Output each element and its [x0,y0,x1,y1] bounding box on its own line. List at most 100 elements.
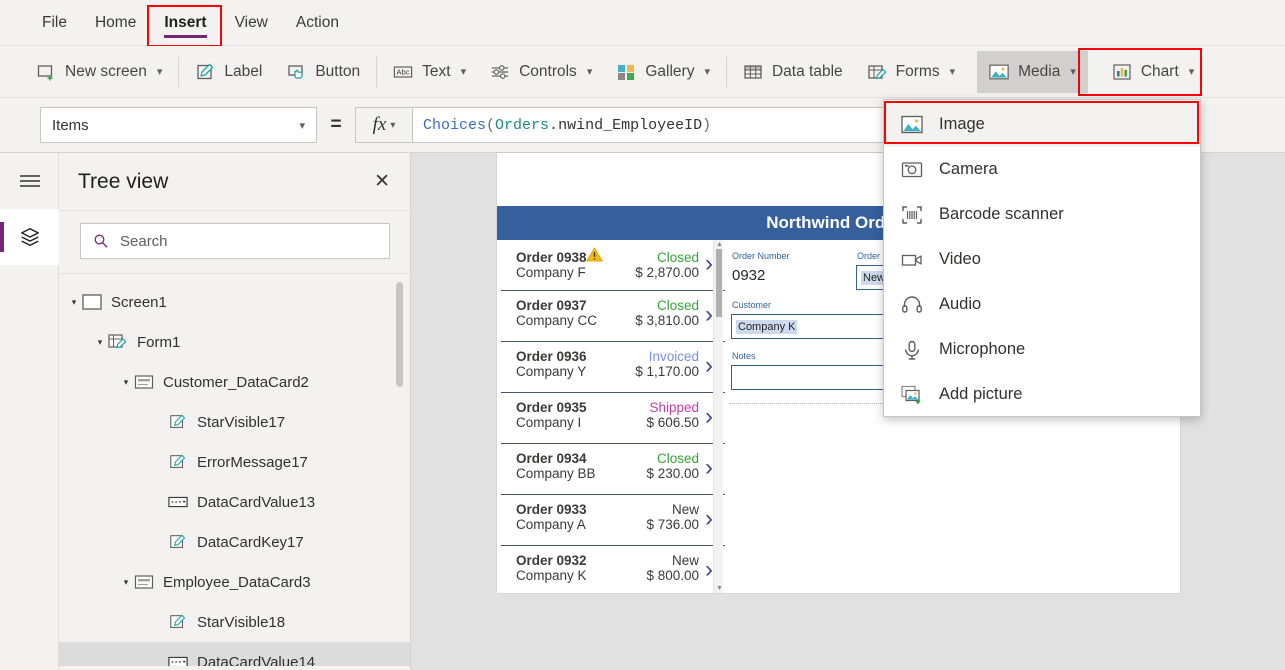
label-control-icon [167,532,189,552]
menu-item-action[interactable]: Action [282,8,353,38]
order-amount: $ 1,170.00 [635,364,699,379]
tree-node-form1[interactable]: ▾ Form1 [59,322,410,362]
combobox-icon [167,492,189,512]
tree-node-label: StarVisible17 [197,413,286,431]
company-name: Company CC [516,313,598,328]
ribbon-button-label: Text [422,62,451,80]
formula-token-function: Choices [423,116,487,134]
fx-button[interactable]: fx ▾ [355,107,413,143]
menu-item-view[interactable]: View [221,8,282,38]
ribbon-chart-button[interactable]: Chart ▾ [1100,51,1206,93]
dropdown-item-audio[interactable]: Audio [884,282,1200,327]
menu-item-label: File [42,13,67,31]
media-dropdown-menu: Image Camera Barcode scanner Video Audio… [883,99,1201,417]
tree-node-label: ErrorMessage17 [197,453,308,471]
chevron-down-icon: ▾ [156,66,163,78]
dropdown-item-video[interactable]: Video [884,237,1200,282]
gallery-item[interactable]: Order 0935 Shipped Company I $ 606.50 › [501,393,725,444]
search-icon [93,233,109,249]
tree-view-panel: Tree view ✕ Search ▾ Screen1 ▾ Form1 ▾ C… [59,153,411,670]
dropdown-item-label: Add picture [939,385,1023,403]
gallery-scrollbar-thumb[interactable] [716,249,722,317]
gallery-item[interactable]: Order 0932 New Company K $ 800.00 › [501,546,725,593]
scroll-down-arrow-icon[interactable]: ▼ [716,585,723,592]
gallery-item[interactable]: Order 0934 Closed Company BB $ 230.00 › [501,444,725,495]
ribbon-data-table-button[interactable]: Data table [731,51,855,93]
gallery-scrollbar[interactable]: ▲ ▼ [713,240,723,593]
ribbon-media-button[interactable]: Media ▾ [977,50,1088,93]
camera-icon [901,159,923,181]
order-status: Invoiced [648,349,699,364]
menu-item-home[interactable]: Home [81,8,150,38]
video-icon [901,249,923,271]
media-icon [989,62,1009,82]
tree-node-customer-datacard2[interactable]: ▾ Customer_DataCard2 [59,362,410,402]
tree-node-starvisible17[interactable]: StarVisible17 [59,402,410,442]
scroll-up-arrow-icon[interactable]: ▲ [716,241,723,248]
gallery-item[interactable]: Order 0937 Closed Company CC $ 3,810.00 … [501,291,725,342]
order-amount: $ 230.00 [646,466,699,481]
ribbon-text-button[interactable]: Abc Text ▾ [381,51,478,93]
new-screen-icon [36,62,56,82]
combobox-icon [167,652,189,666]
tree-node-datacardvalue13[interactable]: DataCardValue13 [59,482,410,522]
gallery-item[interactable]: Order 0936 Invoiced Company Y $ 1,170.00… [501,342,725,393]
ribbon-button-label: Gallery [645,62,695,80]
warning-icon [585,247,603,262]
property-selector-value: Items [52,116,89,134]
ribbon-forms-button[interactable]: Forms ▾ [855,51,967,93]
fx-glyph: fx [372,114,387,135]
tree-node-label: Screen1 [111,293,167,311]
dropdown-item-microphone[interactable]: Microphone [884,327,1200,372]
gallery-item[interactable]: Order 0933 New Company A $ 736.00 › [501,495,725,546]
ribbon-divider [725,56,727,87]
order-number: Order 0934 [516,451,587,466]
dropdown-item-camera[interactable]: Camera [884,147,1200,192]
tree-node-errormessage17[interactable]: ErrorMessage17 [59,442,410,482]
tree-node-screen1[interactable]: ▾ Screen1 [59,282,410,322]
orders-gallery: Order 0938 Closed Company F $ 2,870.00 ›… [501,240,725,593]
tree-node-starvisible18[interactable]: StarVisible18 [59,602,410,642]
formula-token-column: nwind_EmployeeID [558,116,703,134]
tree-node-employee-datacard3[interactable]: ▾ Employee_DataCard3 [59,562,410,602]
caret-down-icon[interactable]: ▾ [119,377,133,388]
hamburger-menu-button[interactable] [0,153,59,209]
close-icon[interactable]: ✕ [374,172,390,191]
order-number: Order 0938 [516,250,587,265]
dropdown-item-image[interactable]: Image [884,102,1200,147]
company-name: Company A [516,517,586,532]
microphone-icon [901,339,923,361]
tree-node-datacardvalue14[interactable]: DataCardValue14 [59,642,410,666]
formula-token-paren: ) [702,116,712,134]
order-status: Closed [656,250,699,265]
order-amount: $ 800.00 [646,568,699,583]
property-selector[interactable]: Items ▾ [40,107,317,143]
tree-search-wrapper: Search [59,211,410,274]
tree-view-rail-button[interactable] [0,209,59,265]
menu-item-file[interactable]: File [28,8,81,38]
search-input[interactable]: Search [80,223,390,259]
dropdown-item-barcode-scanner[interactable]: Barcode scanner [884,192,1200,237]
ribbon-new-screen-button[interactable]: New screen ▾ [24,51,174,93]
menu-item-insert[interactable]: Insert [150,8,220,38]
label-icon [195,62,215,82]
equals-sign: = [330,114,342,135]
screen-icon [81,292,103,312]
dropdown-item-add-picture[interactable]: Add picture [884,372,1200,417]
formula-token-table: Orders [495,116,550,134]
ribbon-button-button[interactable]: Button [274,51,372,93]
tree-node-datacardkey17[interactable]: DataCardKey17 [59,522,410,562]
ribbon-controls-button[interactable]: Controls ▾ [478,51,604,93]
dropdown-item-label: Camera [939,160,998,178]
caret-down-icon[interactable]: ▾ [93,337,107,348]
caret-down-icon[interactable]: ▾ [119,577,133,588]
caret-down-icon[interactable]: ▾ [67,297,81,308]
menu-item-label: Action [295,13,339,31]
tree-scrollbar-thumb[interactable] [396,282,403,387]
ribbon-label-button[interactable]: Label [183,51,274,93]
tree-node-label: Employee_DataCard3 [163,573,311,591]
ribbon-divider [178,56,180,87]
ribbon-gallery-button[interactable]: Gallery ▾ [604,51,722,93]
formula-input[interactable]: Choices(Orders. nwind_EmployeeID) [413,107,953,143]
gallery-item[interactable]: Order 0938 Closed Company F $ 2,870.00 › [501,240,725,291]
